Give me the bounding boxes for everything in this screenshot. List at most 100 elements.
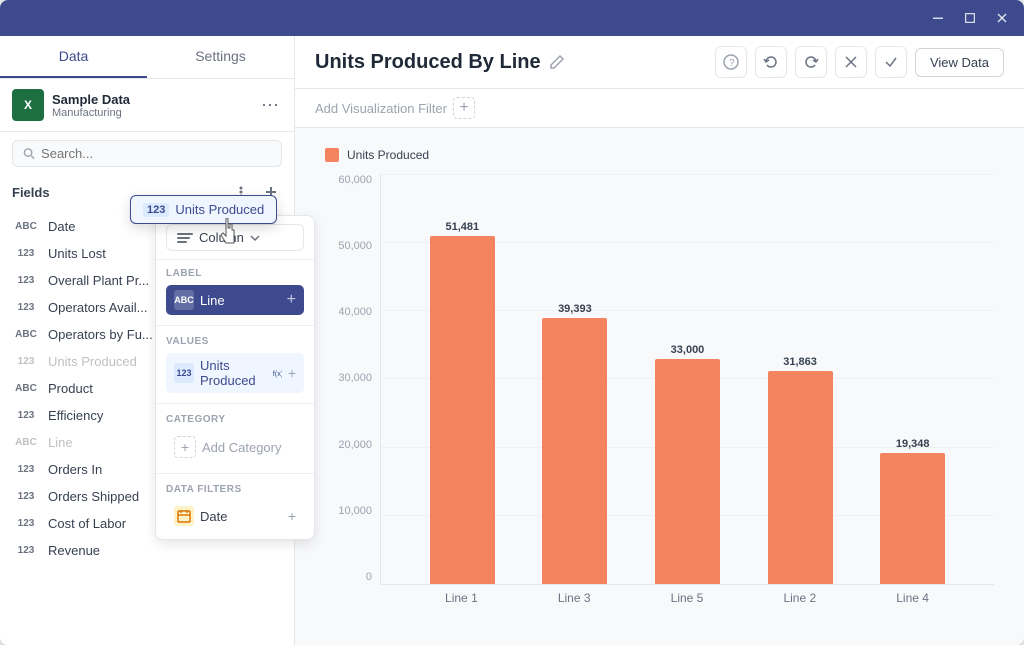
x-label-line1: Line 1 [410, 591, 513, 605]
toolbar-check-button[interactable] [875, 46, 907, 78]
field-name: Units Produced [48, 354, 137, 369]
config-filter-add[interactable]: + [288, 509, 296, 523]
close-button[interactable] [988, 7, 1016, 29]
drag-ghost-label: Units Produced [175, 202, 264, 217]
toolbar-redo-button[interactable] [795, 46, 827, 78]
redo-icon [803, 54, 819, 70]
toolbar-undo-button[interactable] [755, 46, 787, 78]
bar-group-line1: 51,481 [411, 174, 514, 584]
config-label-icon: ABC [174, 290, 194, 310]
field-type-abc: ABC [12, 220, 40, 233]
field-name: Units Lost [48, 246, 106, 261]
config-filter-date-text: Date [200, 509, 227, 524]
config-values-text: Units Produced [200, 358, 266, 388]
bars-container: 51,481 39,393 [381, 174, 994, 584]
config-divider-3 [156, 473, 314, 474]
search-icon [23, 147, 35, 160]
config-panel: Column LABEL ABC Line + [155, 215, 315, 540]
chart-type-dropdown[interactable]: Column [166, 224, 304, 251]
toolbar-close-button[interactable] [835, 46, 867, 78]
config-data-filters-section: DATA FILTERS Date + [156, 476, 314, 539]
toolbar-help-button[interactable]: ? [715, 46, 747, 78]
svg-text:?: ? [729, 58, 735, 69]
tab-settings[interactable]: Settings [147, 36, 294, 78]
chart-title: Units Produced By Line [315, 51, 541, 74]
add-filter-button[interactable]: Add Visualization Filter + [315, 97, 475, 119]
field-item-revenue[interactable]: 123 Revenue [0, 537, 294, 564]
column-dropdown-label: Column [199, 230, 244, 245]
column-chart-icon [177, 233, 193, 243]
legend-color-swatch [325, 148, 339, 162]
config-label-add[interactable]: + [287, 292, 296, 308]
bar-line2[interactable] [768, 371, 833, 584]
bar-line4[interactable] [880, 453, 945, 584]
field-name: Orders In [48, 462, 102, 477]
legend-label: Units Produced [347, 148, 429, 162]
field-name: Operators by Fu... [48, 327, 153, 342]
x-label-line5: Line 5 [636, 591, 739, 605]
chevron-down-icon [250, 235, 260, 241]
config-label-item[interactable]: ABC Line + [166, 285, 304, 315]
x-labels: Line 1 Line 3 Line 5 Line 2 Line 4 [380, 585, 994, 611]
y-axis: 60,000 50,000 40,000 30,000 20,000 10,00… [325, 174, 380, 611]
help-icon: ? [723, 54, 739, 70]
y-label-10k: 10,000 [325, 505, 380, 517]
undo-icon [763, 54, 779, 70]
config-category-add[interactable]: + Add Category [166, 431, 304, 463]
bar-group-line2: 31,863 [749, 174, 852, 584]
maximize-button[interactable] [956, 7, 984, 29]
chart-grid: 51,481 39,393 [380, 174, 994, 585]
search-container[interactable] [12, 140, 282, 167]
bar-value-line1: 51,481 [445, 221, 479, 233]
field-name: Overall Plant Pr... [48, 273, 149, 288]
add-filter-plus-icon: + [453, 97, 475, 119]
left-panel: Data Settings X Sample Data Manufacturin… [0, 36, 295, 645]
filter-bar: Add Visualization Filter + [295, 89, 1024, 128]
y-label-50k: 50,000 [325, 240, 380, 252]
field-type-abc: ABC [12, 382, 40, 395]
field-type-num: 123 [12, 544, 40, 557]
config-values-section: VALUES 123 Units Produced f(x) + [156, 328, 314, 401]
bar-value-line5: 33,000 [671, 344, 705, 356]
y-label-60k: 60,000 [325, 174, 380, 186]
chart-area: Units Produced 60,000 50,000 40,000 30,0… [295, 128, 1024, 645]
check-icon [883, 54, 899, 70]
minimize-button[interactable] [924, 7, 952, 29]
data-source-name: Sample Data [52, 92, 250, 107]
config-values-add[interactable]: + [288, 366, 296, 380]
config-values-item[interactable]: 123 Units Produced f(x) + [166, 353, 304, 393]
view-data-button[interactable]: View Data [915, 48, 1004, 77]
chart-toolbar-right: ? View Data [715, 46, 1004, 78]
main-window: Data Settings X Sample Data Manufacturin… [0, 0, 1024, 645]
more-options-button[interactable]: ⋯ [258, 93, 282, 117]
field-name: Efficiency [48, 408, 103, 423]
bar-line1[interactable] [430, 236, 495, 585]
search-input[interactable] [41, 146, 271, 161]
field-type-num: 123 [12, 274, 40, 287]
config-label-section: LABEL ABC Line + [156, 260, 314, 323]
drag-ghost: 123 Units Produced [130, 195, 277, 224]
svg-text:f(x): f(x) [272, 369, 282, 378]
bar-line5[interactable] [655, 359, 720, 585]
bar-line3[interactable] [542, 318, 607, 585]
edit-icon [549, 54, 565, 70]
field-type-abc: ABC [12, 436, 40, 449]
config-label-text: Line [200, 293, 225, 308]
config-values-header: VALUES [166, 336, 304, 347]
field-type-num: 123 [12, 301, 40, 314]
add-category-plus-sign: + [181, 439, 189, 455]
bar-group-line5: 33,000 [636, 174, 739, 584]
field-name: Operators Avail... [48, 300, 147, 315]
tab-data[interactable]: Data [0, 36, 147, 78]
config-filter-date-item[interactable]: Date + [166, 501, 304, 531]
bar-group-line3: 39,393 [524, 174, 627, 584]
y-label-0: 0 [325, 571, 380, 583]
fields-label: Fields [12, 185, 50, 200]
edit-title-button[interactable] [549, 54, 565, 70]
x-label-line4: Line 4 [861, 591, 964, 605]
function-icon: f(x) [272, 366, 282, 380]
config-filter-date-icon [174, 506, 194, 526]
window-controls [924, 7, 1016, 29]
bar-value-line3: 39,393 [558, 303, 592, 315]
drag-ghost-icon: 123 [143, 203, 169, 217]
